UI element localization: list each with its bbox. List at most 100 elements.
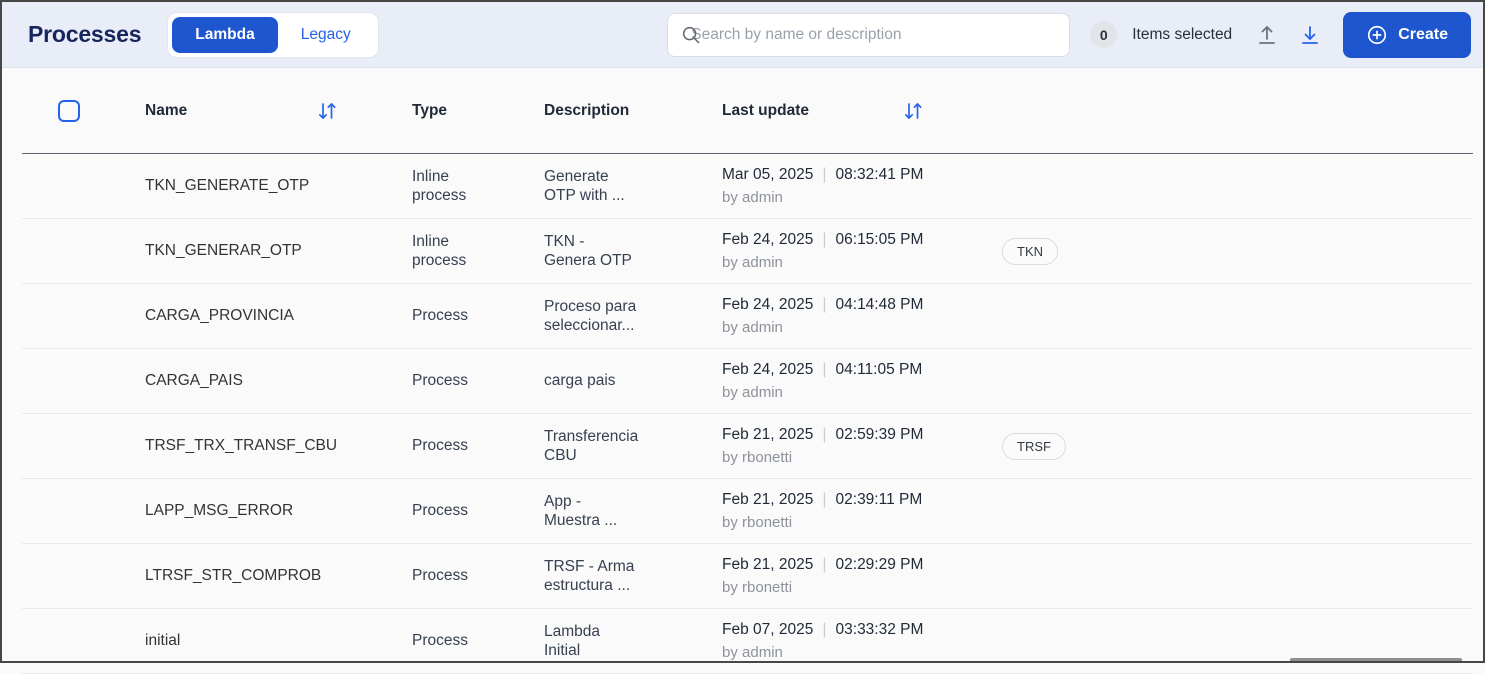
upload-button[interactable] [1253,21,1281,49]
download-icon [1302,25,1319,44]
date-time-separator: | [822,296,827,313]
last-update-cell: Feb 21, 2025 | 02:59:39 PM by rbonetti [722,426,1002,466]
create-button-label: Create [1398,25,1448,43]
mode-toggle-group: Lambda Legacy [167,11,379,58]
upload-icon [1259,25,1276,44]
process-description: carga pais [544,372,616,390]
update-date: Feb 24, 2025 [722,231,814,248]
update-date: Feb 21, 2025 [722,491,814,508]
date-time-separator: | [822,166,827,183]
process-name: CARGA_PAIS [145,372,243,389]
process-type: Process [412,502,468,520]
update-author: by rbonetti [722,514,793,531]
process-type: Process [412,372,468,390]
update-time: 04:11:05 PM [835,361,923,378]
date-time-separator: | [822,621,827,638]
update-date: Feb 07, 2025 [722,621,814,638]
process-type: Process [412,632,468,650]
update-author: by rbonetti [722,579,793,596]
process-name: TRSF_TRX_TRANSF_CBU [145,437,338,454]
process-name: TKN_GENERAR_OTP [145,242,302,259]
update-author: by admin [722,254,783,271]
date-time-separator: | [822,361,827,378]
process-type: Inline process [412,167,467,204]
last-update-cell: Feb 21, 2025 | 02:29:29 PM by rbonetti [722,556,1002,596]
process-name: initial [145,632,181,649]
create-button[interactable]: Create [1343,11,1471,58]
update-author: by rbonetti [722,449,793,466]
tab-lambda[interactable]: Lambda [172,16,278,53]
update-time: 02:59:39 PM [835,426,924,443]
process-description: Lambda Initial [544,622,601,659]
table-row[interactable]: CARGA_PAIS Process carga pais Feb 24, 20… [22,349,1473,414]
process-name: LAPP_MSG_ERROR [145,502,294,519]
search-input[interactable] [667,12,1071,57]
header-actions: 0 Items selected Create [1090,11,1471,58]
sort-arrows-icon [904,102,922,119]
column-header-last-update: Last update [722,101,809,119]
process-name: TKN_GENERATE_OTP [145,177,310,194]
column-header-name: Name [145,101,188,119]
process-name: LTRSF_STR_COMPROB [145,567,322,584]
table-header-row: Name Type Description Last update [22,68,1473,154]
table-row[interactable]: LAPP_MSG_ERROR Process App - Muestra ...… [22,479,1473,544]
update-author: by admin [722,384,783,401]
table-row[interactable]: TKN_GENERAR_OTP Inline process TKN - Gen… [22,219,1473,284]
update-date: Feb 24, 2025 [722,296,814,313]
update-time: 06:15:05 PM [835,231,924,248]
top-header-bar: Processes Lambda Legacy 0 Items selected [2,2,1483,68]
sort-arrows-icon [319,102,336,119]
tab-legacy[interactable]: Legacy [278,17,374,53]
cutoff-element [1290,658,1462,661]
update-date: Feb 21, 2025 [722,556,814,573]
table-row[interactable]: TRSF_TRX_TRANSF_CBU Process Transferenci… [22,414,1473,479]
process-type: Inline process [412,232,467,269]
update-author: by admin [722,644,783,661]
date-time-separator: | [822,231,827,248]
table-row[interactable]: LTRSF_STR_COMPROB Process TRSF - Arma es… [22,544,1473,609]
process-description: App - Muestra ... [544,492,618,529]
selected-count-badge: 0 [1090,21,1118,48]
process-tag-badge: TKN [1002,237,1058,265]
update-time: 04:14:48 PM [835,296,924,313]
column-header-type: Type [412,101,448,119]
update-date: Feb 24, 2025 [722,361,814,378]
page-title: Processes [28,21,142,47]
process-tag-badge: TRSF [1002,432,1066,460]
process-description: Transferencia CBU [544,427,639,464]
update-author: by admin [722,319,783,336]
last-update-cell: Feb 24, 2025 | 06:15:05 PM by admin [722,231,1002,271]
plus-circle-icon [1368,25,1387,44]
date-time-separator: | [822,491,827,508]
table-row[interactable]: initial Process Lambda Initial Feb 07, 2… [22,609,1473,674]
last-update-cell: Feb 07, 2025 | 03:33:32 PM by admin [722,621,1002,661]
column-header-description: Description [544,101,630,119]
sort-by-last-update-button[interactable] [901,99,925,123]
last-update-cell: Feb 24, 2025 | 04:11:05 PM by admin [722,361,1002,401]
process-type: Process [412,307,468,325]
table-row[interactable]: TKN_GENERATE_OTP Inline process Generate… [22,154,1473,219]
update-date: Mar 05, 2025 [722,166,814,183]
last-update-cell: Feb 24, 2025 | 04:14:48 PM by admin [722,296,1002,336]
process-description: Proceso para seleccionar... [544,297,637,334]
process-description: TRSF - Arma estructura ... [544,557,635,594]
date-time-separator: | [822,426,827,443]
processes-table: Name Type Description Last update TKN_GE… [22,68,1473,674]
update-time: 03:33:32 PM [835,621,924,638]
table-row[interactable]: CARGA_PROVINCIA Process Proceso para sel… [22,284,1473,349]
update-time: 02:39:11 PM [835,491,923,508]
update-time: 08:32:41 PM [835,166,924,183]
process-type: Process [412,437,468,455]
update-date: Feb 21, 2025 [722,426,814,443]
process-type: Process [412,567,468,585]
last-update-cell: Mar 05, 2025 | 08:32:41 PM by admin [722,166,1002,206]
download-button[interactable] [1296,21,1324,49]
items-selected-label: Items selected [1132,25,1233,43]
process-description: TKN - Genera OTP [544,232,632,269]
select-all-checkbox[interactable] [58,99,80,122]
sort-by-name-button[interactable] [315,99,339,123]
update-author: by admin [722,189,783,206]
table-body: TKN_GENERATE_OTP Inline process Generate… [22,154,1473,674]
search-box [667,12,1071,57]
process-description: Generate OTP with ... [544,167,625,204]
